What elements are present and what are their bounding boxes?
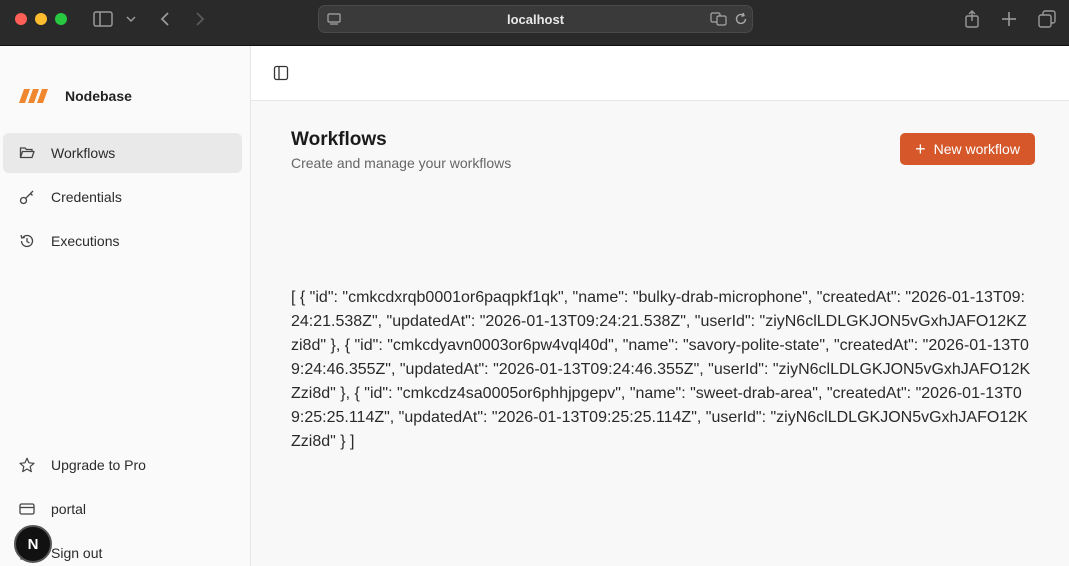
sidebar-item-label: Executions — [51, 233, 120, 249]
folder-open-icon — [19, 145, 35, 161]
nodebase-logo — [19, 89, 48, 103]
tab-overview-icon[interactable] — [1036, 8, 1058, 30]
sidebar-item-workflows[interactable]: Workflows — [3, 133, 242, 173]
sidebar-item-credentials[interactable]: Credentials — [3, 177, 242, 217]
sidebar-toggle-icon[interactable] — [92, 8, 114, 30]
sidebar-item-executions[interactable]: Executions — [3, 221, 242, 261]
brand[interactable]: Nodebase — [19, 88, 132, 104]
brand-name: Nodebase — [65, 88, 132, 104]
main-header — [251, 46, 1069, 101]
address-text: localhost — [506, 12, 565, 27]
credit-card-icon — [19, 501, 35, 517]
translate-icon[interactable] — [710, 12, 728, 31]
star-icon — [19, 457, 35, 473]
avatar[interactable]: N — [14, 525, 52, 563]
page-subtitle: Create and manage your workflows — [291, 155, 512, 171]
minimize-window-button[interactable] — [35, 13, 47, 25]
close-window-button[interactable] — [15, 13, 27, 25]
sidebar-item-label: Credentials — [51, 189, 122, 205]
sidebar-item-label: Workflows — [51, 145, 116, 161]
history-icon — [19, 233, 35, 249]
share-icon[interactable] — [962, 8, 982, 30]
back-icon[interactable] — [156, 8, 174, 30]
sidebar-item-portal[interactable]: portal — [3, 489, 242, 529]
panel-left-icon[interactable] — [273, 65, 289, 81]
zoom-window-button[interactable] — [55, 13, 67, 25]
address-bar[interactable]: localhost — [318, 5, 753, 33]
new-tab-icon[interactable] — [999, 8, 1019, 30]
plus-icon: + — [915, 139, 926, 159]
new-workflow-label: New workflow — [933, 141, 1020, 157]
page-title: Workflows — [291, 129, 387, 150]
sidebar-item-label: Sign out — [51, 545, 103, 561]
main-content: Workflows Create and manage your workflo… — [251, 46, 1069, 566]
sidebar: Nodebase Workflows Credentials Execution… — [0, 46, 251, 566]
sidebar-item-label: portal — [51, 501, 87, 517]
sidebar-item-label: Upgrade to Pro — [51, 457, 146, 473]
forward-icon[interactable] — [191, 8, 209, 30]
key-icon — [19, 189, 35, 205]
workflows-json-output: [ { "id": "cmkcdxrqb0001or6paqpkf1qk", "… — [291, 289, 1031, 450]
chevron-down-icon[interactable] — [124, 8, 138, 30]
sidebar-item-upgrade[interactable]: Upgrade to Pro — [3, 445, 242, 485]
reload-icon[interactable] — [734, 12, 748, 31]
browser-toolbar: localhost — [0, 0, 1069, 46]
new-workflow-button[interactable]: + New workflow — [900, 133, 1035, 165]
